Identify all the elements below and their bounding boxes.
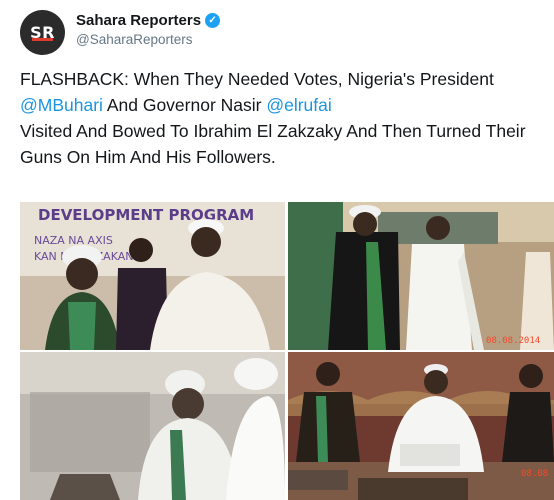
banner-line-1: DEVELOPMENT PROGRAM <box>38 206 254 224</box>
photo-3-art <box>20 352 285 500</box>
tweet-text: FLASHBACK: When They Needed Votes, Niger… <box>20 66 535 170</box>
photo-2-date-stamp: 08.08.2014 <box>486 336 540 346</box>
photo-3[interactable] <box>20 352 285 500</box>
display-name[interactable]: Sahara Reporters <box>76 12 201 29</box>
tweet-text-part-3: Visited And Bowed To Ibrahim El Zakzaky … <box>20 121 526 167</box>
mention-mbuhari[interactable]: @MBuhari <box>20 95 103 115</box>
avatar-accent-bar <box>32 38 53 41</box>
mention-elrufai[interactable]: @elrufai <box>266 95 331 115</box>
avatar[interactable]: SR <box>20 10 65 55</box>
account-handle[interactable]: @SaharaReporters <box>76 32 220 47</box>
photo-4-date-stamp: 08.08 <box>521 469 548 479</box>
account-names: Sahara Reporters ✓ @SaharaReporters <box>76 12 221 47</box>
tweet-text-part-1: FLASHBACK: When They Needed Votes, Niger… <box>20 69 494 89</box>
banner-line-2: NAZA NA AXIS <box>34 234 113 247</box>
photo-4-art: 08.08 <box>288 352 554 500</box>
photo-1[interactable]: DEVELOPMENT PROGRAM NAZA NA AXIS KAN NA … <box>20 202 285 350</box>
photo-collage[interactable]: DEVELOPMENT PROGRAM NAZA NA AXIS KAN NA … <box>20 202 554 500</box>
photo-2[interactable]: 08.08.2014 <box>288 202 554 350</box>
photo-1-art: DEVELOPMENT PROGRAM NAZA NA AXIS KAN NA … <box>20 202 285 350</box>
tweet-text-part-2: And Governor Nasir <box>102 95 267 115</box>
verified-badge-icon: ✓ <box>205 13 221 28</box>
photo-4[interactable]: 08.08 <box>288 352 554 500</box>
photo-2-art: 08.08.2014 <box>288 202 554 350</box>
tweet-header: SR Sahara Reporters ✓ @SaharaReporters <box>20 10 540 58</box>
display-name-row[interactable]: Sahara Reporters ✓ <box>76 12 221 29</box>
